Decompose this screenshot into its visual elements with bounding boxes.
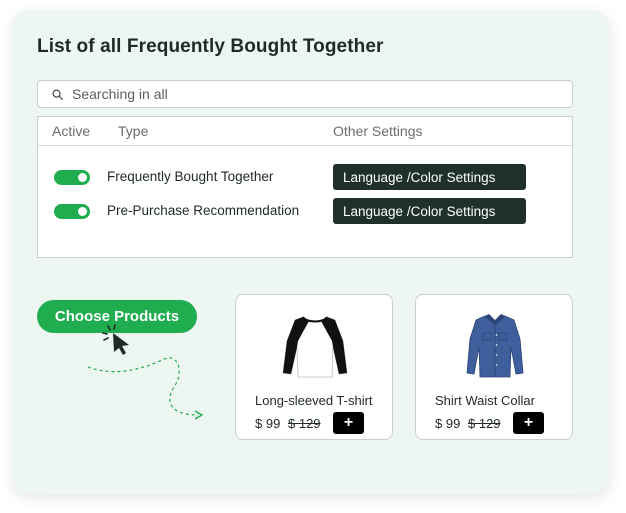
table-header: Active Type Other Settings	[38, 117, 572, 146]
toggle-knob	[78, 173, 87, 182]
denim-shirt-image	[466, 314, 524, 378]
add-product-button[interactable]: +	[333, 412, 364, 434]
product-name: Long-sleeved T-shirt	[255, 393, 373, 408]
search-icon	[52, 89, 63, 100]
table-row: Frequently Bought Together Language /Col…	[38, 164, 572, 190]
row-type: Pre-Purchase Recommendation	[107, 203, 300, 218]
toggle-knob	[78, 207, 87, 216]
settings-table: Active Type Other Settings Frequently Bo…	[37, 116, 573, 258]
page-title: List of all Frequently Bought Together	[37, 36, 384, 57]
header-other-settings: Other Settings	[333, 123, 423, 139]
language-color-settings-button[interactable]: Language /Color Settings	[333, 198, 526, 224]
header-active: Active	[52, 123, 91, 139]
product-price: $ 99	[255, 416, 281, 431]
row-type: Frequently Bought Together	[107, 169, 274, 184]
product-name: Shirt Waist Collar	[435, 393, 535, 408]
click-cursor-icon	[102, 324, 129, 355]
active-toggle[interactable]	[54, 204, 90, 219]
product-old-price: $ 129	[288, 416, 321, 431]
product-card[interactable]: Long-sleeved T-shirt $ 99 $ 129 +	[235, 294, 393, 440]
language-color-settings-button[interactable]: Language /Color Settings	[333, 164, 526, 190]
active-toggle[interactable]	[54, 170, 90, 185]
raglan-tshirt-image	[282, 316, 348, 378]
product-price: $ 99	[435, 416, 461, 431]
add-product-button[interactable]: +	[513, 412, 544, 434]
dashed-arrow-icon	[87, 357, 204, 420]
header-type: Type	[118, 123, 149, 139]
search-input[interactable]	[72, 84, 552, 104]
table-row: Pre-Purchase Recommendation Language /Co…	[38, 198, 572, 224]
search-box[interactable]	[37, 80, 573, 108]
product-card[interactable]: Shirt Waist Collar $ 99 $ 129 +	[415, 294, 573, 440]
product-old-price: $ 129	[468, 416, 501, 431]
